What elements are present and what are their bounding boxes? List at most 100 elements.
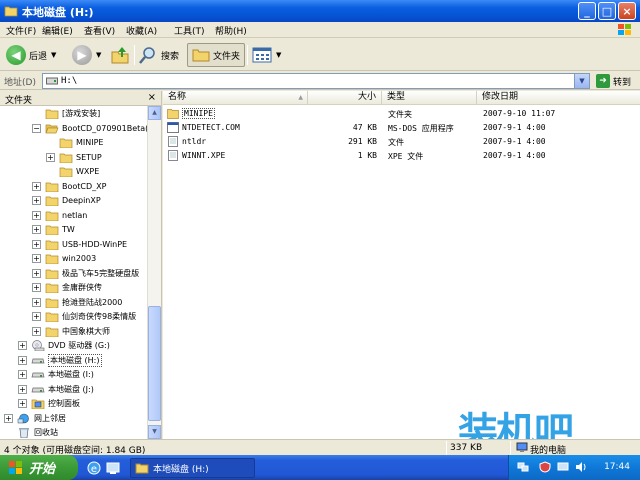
expand-icon[interactable]: + — [18, 341, 27, 350]
close-icon[interactable]: × — [148, 92, 156, 103]
tree-item-label: BootCD_070901Beta( — [62, 123, 147, 133]
drive-icon — [31, 387, 45, 392]
tree-item[interactable]: [游戏安装] — [32, 107, 100, 120]
tree-item[interactable]: WXPE — [46, 165, 99, 178]
tree-item[interactable]: + 本地磁盘 (I:) — [18, 368, 94, 381]
minimize-button[interactable]: _ — [578, 2, 596, 20]
control-panel-icon — [31, 399, 45, 409]
internet-explorer-icon[interactable]: e — [86, 460, 102, 476]
expand-icon[interactable]: + — [4, 413, 13, 423]
expand-icon[interactable]: + — [32, 326, 41, 336]
folders-button[interactable]: 文件夹 — [187, 43, 246, 67]
maximize-button[interactable]: □ — [598, 2, 616, 20]
forward-button[interactable]: ▶ ▼ — [72, 43, 101, 67]
file-row[interactable]: ntldr 291 KB 文件 2007-9-1 4:00 — [163, 135, 640, 149]
tree-item[interactable]: + 金庸群侠传 — [32, 281, 102, 294]
tree-item[interactable]: + 抢滩登陆战2000 — [32, 296, 122, 309]
menu-tools[interactable]: 工具(T) — [174, 24, 205, 37]
tree-item[interactable]: + TW — [32, 223, 75, 236]
menu-edit[interactable]: 编辑(E) — [42, 24, 73, 37]
network-icon[interactable] — [517, 461, 529, 473]
file-row[interactable]: WINNT.XPE 1 KB XPE 文件 2007-9-1 4:00 — [163, 149, 640, 163]
start-button[interactable]: 开始 — [0, 455, 78, 480]
close-button[interactable]: × — [618, 2, 636, 20]
menu-help[interactable]: 帮助(H) — [215, 24, 247, 37]
tree-item[interactable]: + win2003 — [32, 252, 96, 265]
clock: 17:44 — [604, 462, 630, 472]
views-button[interactable]: ▼ — [252, 43, 281, 67]
address-bar: 地址(D) H:\ ▼ ➜ 转到 — [0, 72, 640, 90]
tree-item[interactable]: + netlan — [32, 209, 87, 222]
tree-item[interactable]: + DVD 驱动器 (G:) — [18, 339, 110, 352]
chevron-down-icon[interactable]: ▼ — [574, 74, 589, 88]
back-arrow-icon: ◀ — [6, 45, 26, 65]
expand-icon[interactable]: + — [32, 254, 41, 263]
scroll-thumb[interactable] — [148, 306, 161, 421]
tree-item-label: USB-HDD-WinPE — [62, 239, 128, 249]
scroll-up-button[interactable]: ▲ — [148, 106, 161, 120]
expand-icon[interactable]: + — [18, 355, 27, 365]
tree-item[interactable]: − BootCD_070901Beta( — [32, 122, 147, 135]
expand-icon[interactable]: + — [32, 225, 41, 234]
column-type[interactable]: 类型 — [382, 91, 477, 105]
expand-icon[interactable]: + — [32, 196, 41, 205]
file-row[interactable]: NTDETECT.COM 47 KB MS-DOS 应用程序 2007-9-1 4:0… — [163, 121, 640, 135]
tree-item[interactable]: + 网上邻居 — [4, 412, 66, 425]
expand-icon[interactable]: + — [32, 210, 41, 220]
tree-item[interactable]: + 控制面板 — [18, 397, 80, 410]
expand-icon[interactable]: + — [18, 399, 27, 408]
tree-item-label: [游戏安装] — [62, 109, 101, 118]
expand-icon[interactable]: + — [32, 312, 41, 321]
tree-item-label: 极品飞车5完整硬盘版 — [62, 268, 140, 278]
search-button[interactable]: 搜索 — [138, 43, 179, 67]
expand-icon[interactable]: + — [32, 239, 41, 249]
chevron-down-icon[interactable]: ▼ — [276, 51, 281, 59]
tree-item[interactable]: MINIPE — [46, 136, 103, 149]
collapse-icon[interactable]: − — [32, 123, 41, 133]
tree-item[interactable]: + 仙剑奇侠传98柔情版 — [32, 310, 136, 323]
expand-icon[interactable]: + — [32, 297, 41, 307]
file-row[interactable]: MINIPE 文件夹 2007-9-10 11:07 — [163, 107, 640, 121]
volume-icon[interactable] — [575, 461, 587, 473]
tree-item[interactable]: + SETUP — [46, 151, 102, 164]
tree-item[interactable]: + 本地磁盘 (H:) — [18, 353, 102, 367]
show-desktop-icon[interactable] — [105, 460, 121, 476]
expand-icon[interactable]: + — [32, 268, 41, 278]
expand-icon[interactable]: + — [46, 152, 55, 162]
folder-icon — [4, 6, 18, 17]
chevron-down-icon[interactable]: ▼ — [51, 51, 56, 59]
scroll-down-button[interactable]: ▼ — [148, 425, 161, 439]
go-button[interactable]: ➜ 转到 — [596, 73, 631, 89]
expand-icon[interactable]: + — [18, 384, 27, 394]
menu-favorites[interactable]: 收藏(A) — [126, 24, 157, 37]
tree-item[interactable]: 回收站 — [4, 426, 58, 439]
tree-item[interactable]: + DeepinXP — [32, 194, 101, 207]
tree-item[interactable]: + 中国象棋大师 — [32, 325, 110, 338]
tree-item[interactable]: + 极品飞车5完整硬盘版 — [32, 267, 139, 280]
address-input[interactable]: H:\ ▼ — [42, 73, 590, 89]
tree-item[interactable]: + USB-HDD-WinPE — [32, 238, 127, 251]
column-modified[interactable]: 修改日期 — [477, 91, 577, 105]
expand-icon[interactable]: + — [32, 181, 41, 191]
monitor-icon[interactable] — [557, 461, 569, 473]
chevron-down-icon[interactable]: ▼ — [96, 51, 101, 59]
folder-icon — [45, 109, 59, 119]
system-tray: 17:44 — [508, 455, 640, 480]
column-name[interactable]: 名称 ▲ — [163, 91, 308, 105]
menu-bar: 文件(F) 编辑(E) 查看(V) 收藏(A) 工具(T) 帮助(H) — [0, 22, 640, 38]
title-bar[interactable]: 本地磁盘 (H:) _ □ × — [0, 0, 640, 22]
taskbar-item-explorer[interactable]: 本地磁盘 (H:) — [130, 458, 255, 478]
menu-file[interactable]: 文件(F) — [6, 24, 36, 37]
folder-icon — [45, 298, 59, 308]
security-icon[interactable] — [539, 461, 551, 473]
expand-icon[interactable]: + — [18, 370, 27, 379]
up-button[interactable] — [110, 43, 130, 67]
svg-text:e: e — [91, 464, 97, 475]
expand-icon[interactable]: + — [32, 283, 41, 292]
menu-view[interactable]: 查看(V) — [84, 24, 115, 37]
tree-item[interactable]: + 本地磁盘 (J:) — [18, 383, 94, 396]
column-size[interactable]: 大小 — [308, 91, 382, 105]
tree-item[interactable]: + BootCD_XP — [32, 180, 106, 193]
back-button[interactable]: ◀ 后退 ▼ — [6, 43, 56, 67]
tree-scrollbar[interactable]: ▲ ▼ — [147, 106, 161, 439]
